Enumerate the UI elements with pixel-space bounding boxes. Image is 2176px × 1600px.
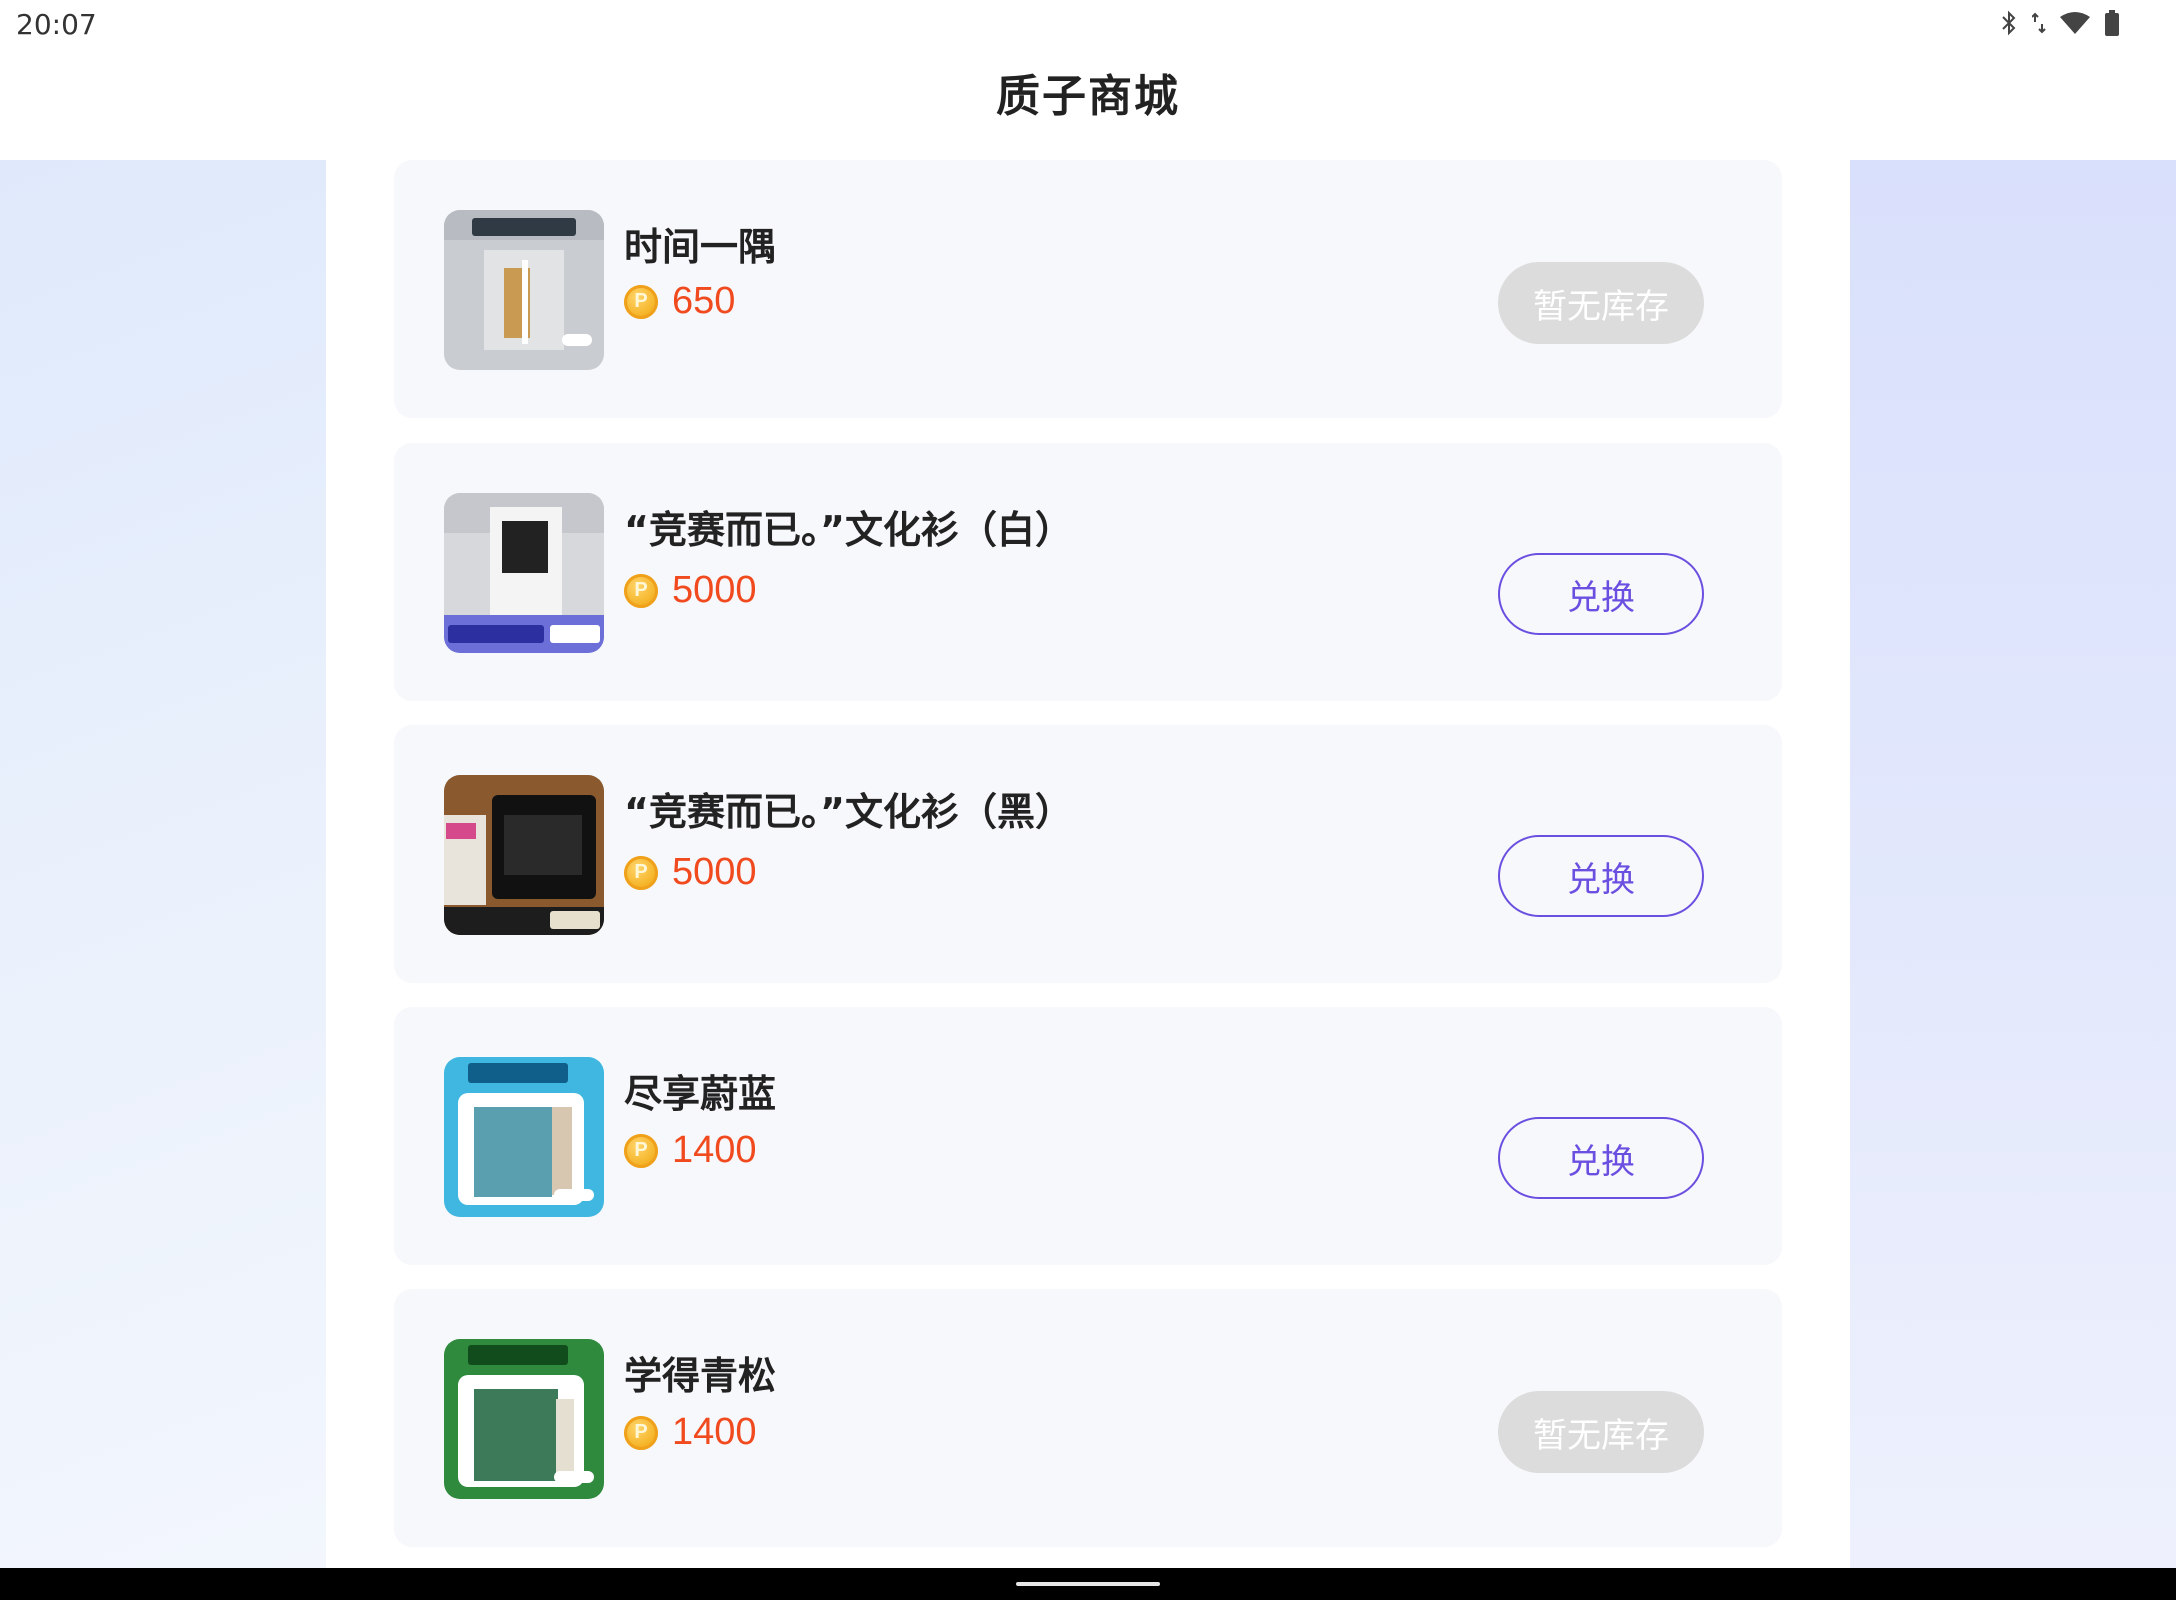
- price-row: P 650: [624, 280, 735, 323]
- product-price: 5000: [672, 851, 757, 893]
- product-name: “竞赛而已。”文化衫（白）: [624, 508, 1073, 552]
- coin-icon: P: [624, 1415, 658, 1450]
- signal-icon: [2032, 10, 2046, 36]
- wifi-icon: [2060, 11, 2090, 35]
- coin-icon: P: [624, 1133, 658, 1168]
- product-card[interactable]: 学得青松 P 1400 暂无库存: [394, 1289, 1782, 1547]
- product-card[interactable]: “竞赛而已。”文化衫（白） P 5000 兑换: [394, 443, 1782, 701]
- system-nav-bar: [0, 1568, 2176, 1600]
- price-row: P 5000: [624, 851, 757, 894]
- status-bar: 20:07: [0, 0, 2176, 50]
- product-card[interactable]: 时间一隅 P 650 暂无库存: [394, 160, 1782, 418]
- status-time: 20:07: [16, 8, 97, 41]
- coin-icon: P: [624, 855, 658, 890]
- product-card[interactable]: “竞赛而已。”文化衫（黑） P 5000 兑换: [394, 725, 1782, 983]
- bluetooth-icon: [2000, 10, 2018, 36]
- coin-icon: P: [624, 284, 658, 319]
- product-name: “竞赛而已。”文化衫（黑）: [624, 790, 1073, 834]
- battery-icon: [2104, 10, 2120, 36]
- product-price: 5000: [672, 569, 757, 611]
- product-name: 时间一隅: [624, 225, 777, 269]
- product-thumbnail: [444, 1057, 604, 1217]
- price-row: P 1400: [624, 1129, 757, 1172]
- product-name: 学得青松: [624, 1354, 777, 1398]
- coin-icon: P: [624, 573, 658, 608]
- product-card[interactable]: 尽享蔚蓝 P 1400 兑换: [394, 1007, 1782, 1265]
- app-header: 质子商城: [0, 50, 2176, 160]
- product-price: 650: [672, 280, 736, 322]
- home-indicator[interactable]: [1016, 1582, 1160, 1586]
- exchange-button[interactable]: 兑换: [1498, 553, 1704, 635]
- exchange-button[interactable]: 兑换: [1498, 835, 1704, 917]
- status-icons: [2000, 10, 2120, 36]
- exchange-button[interactable]: 兑换: [1498, 1117, 1704, 1199]
- price-row: P 5000: [624, 569, 757, 612]
- product-price: 1400: [672, 1411, 757, 1453]
- out-of-stock-button[interactable]: 暂无库存: [1498, 1391, 1704, 1473]
- product-thumbnail: [444, 493, 604, 653]
- product-thumbnail: [444, 775, 604, 935]
- out-of-stock-button[interactable]: 暂无库存: [1498, 262, 1704, 344]
- product-price: 1400: [672, 1129, 757, 1171]
- product-thumbnail: [444, 1339, 604, 1499]
- page-title: 质子商城: [996, 71, 1180, 122]
- product-thumbnail: [444, 210, 604, 370]
- price-row: P 1400: [624, 1411, 757, 1454]
- product-name: 尽享蔚蓝: [624, 1072, 777, 1116]
